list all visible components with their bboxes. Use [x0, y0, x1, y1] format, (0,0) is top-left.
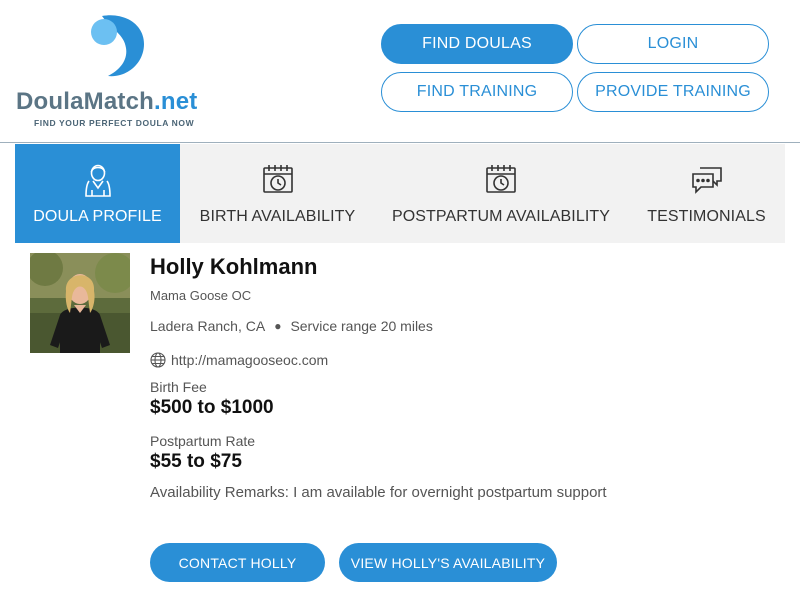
postpartum-rate-label: Postpartum Rate [150, 433, 256, 449]
tab-postpartum-availability[interactable]: POSTPARTUM AVAILABILITY [385, 144, 617, 243]
contact-button[interactable]: CONTACT HOLLY [150, 543, 325, 582]
chat-bubbles-icon [690, 162, 724, 198]
find-training-button[interactable]: FIND TRAINING [381, 72, 573, 112]
profile-tabs: DOULA PROFILE BIRTH AVAILABILITY POSTPAR… [15, 144, 785, 243]
logo-tagline: FIND YOUR PERFECT DOULA NOW [34, 118, 195, 128]
logo-wordmark: DoulaMatch.net [16, 88, 197, 116]
calendar-clock-icon [484, 162, 518, 198]
postpartum-rate-value: $55 to $75 [150, 451, 242, 472]
find-doulas-button[interactable]: FIND DOULAS [381, 24, 573, 64]
business-name: Mama Goose OC [150, 288, 252, 303]
tab-birth-availability[interactable]: BIRTH AVAILABILITY [190, 144, 365, 243]
doula-person-icon [81, 162, 115, 198]
doula-name: Holly Kohlmann [150, 254, 318, 279]
tab-label: POSTPARTUM AVAILABILITY [391, 208, 611, 225]
logo-word-net: .net [154, 88, 198, 115]
website-link[interactable]: http://mamagooseoc.com [150, 352, 328, 368]
provide-training-button[interactable]: PROVIDE TRAINING [577, 72, 769, 112]
availability-remarks: Availability Remarks: I am available for… [150, 484, 607, 501]
logo-mark-icon [91, 15, 144, 77]
city: Ladera Ranch, CA [150, 318, 266, 334]
globe-icon [150, 352, 166, 368]
service-range: Service range 20 miles [290, 318, 433, 334]
birth-fee-label: Birth Fee [150, 379, 207, 395]
bullet-separator: ● [274, 319, 282, 333]
doula-photo [30, 253, 130, 353]
login-button[interactable]: LOGIN [577, 24, 769, 64]
calendar-clock-icon [261, 162, 295, 198]
tab-label: DOULA PROFILE [33, 208, 162, 225]
tab-label: BIRTH AVAILABILITY [199, 208, 356, 225]
view-availability-button[interactable]: VIEW HOLLY'S AVAILABILITY [339, 543, 557, 582]
logo-word-match: Match [83, 88, 155, 115]
logo-word-doula: Doula [16, 88, 84, 115]
site-logo[interactable]: DoulaMatch.net FIND YOUR PERFECT DOULA N… [14, 10, 224, 130]
location-line: Ladera Ranch, CA ● Service range 20 mile… [150, 318, 433, 334]
tab-label: TESTIMONIALS [647, 208, 766, 225]
website-url[interactable]: http://mamagooseoc.com [171, 352, 328, 368]
birth-fee-value: $500 to $1000 [150, 397, 274, 418]
tab-testimonials[interactable]: TESTIMONIALS [635, 144, 778, 243]
site-header: DoulaMatch.net FIND YOUR PERFECT DOULA N… [0, 0, 800, 143]
tab-doula-profile[interactable]: DOULA PROFILE [15, 144, 180, 243]
